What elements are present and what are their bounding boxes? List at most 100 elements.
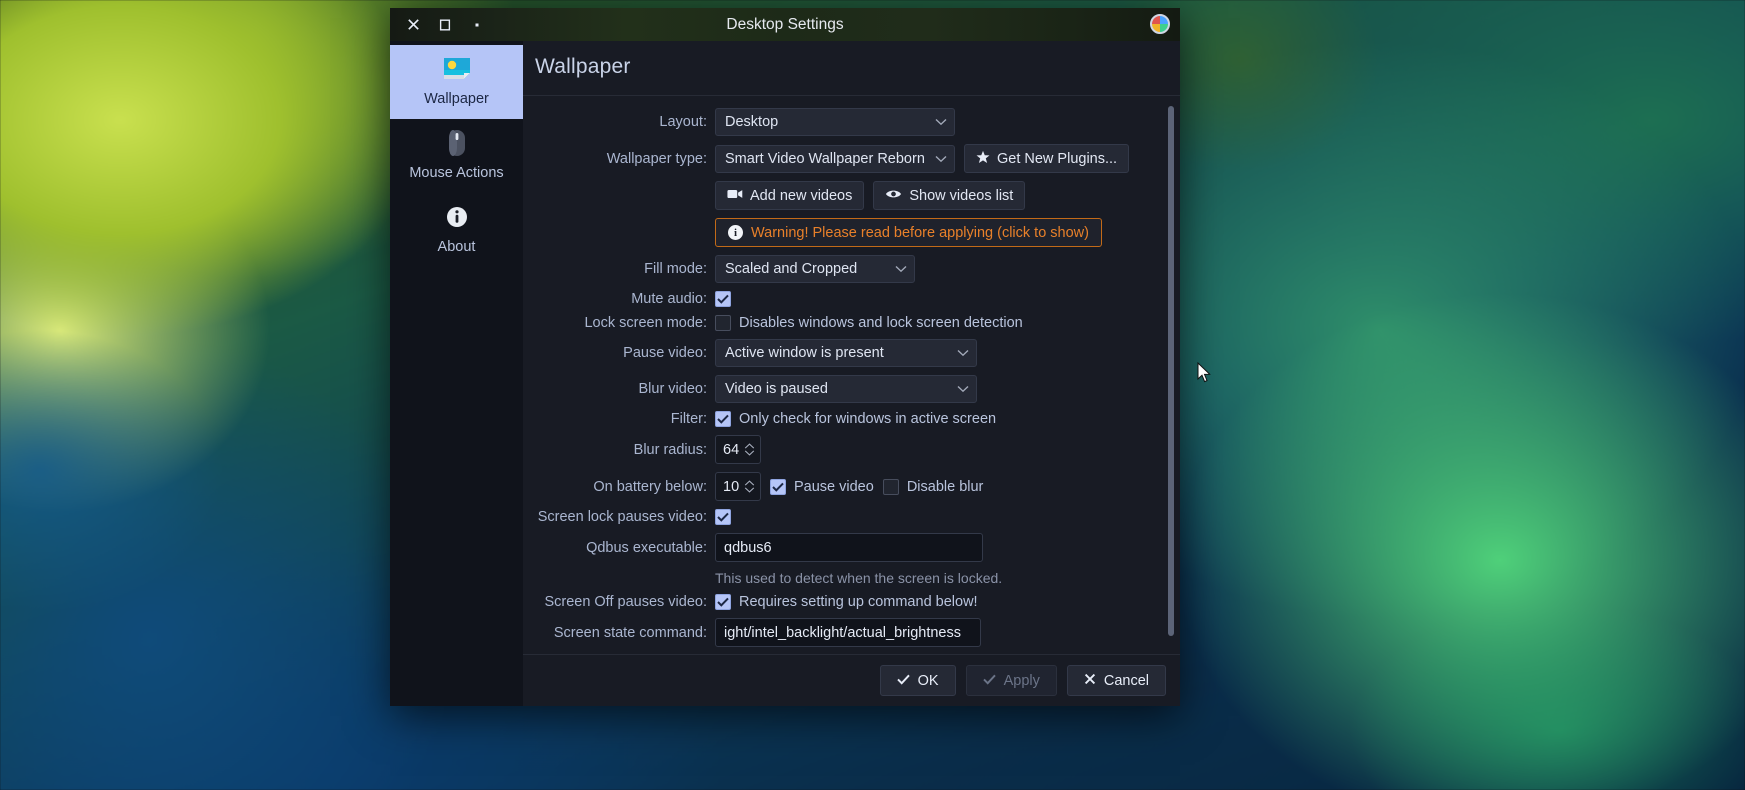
eye-icon <box>885 188 902 204</box>
check-icon <box>896 673 910 689</box>
row-screen-off-pauses-video: Screen Off pauses video: Requires settin… <box>523 594 1154 610</box>
screen-off-pauses-video-label: Screen Off pauses video: <box>544 594 707 610</box>
screen-lock-pauses-video-label: Screen lock pauses video: <box>537 509 707 525</box>
screen-off-pauses-video-checkbox[interactable] <box>715 594 731 610</box>
screen-off-pauses-video-checkbox-wrap[interactable]: Requires setting up command below! <box>715 594 978 610</box>
mute-audio-checkbox[interactable] <box>715 291 731 307</box>
pause-video-label: Pause video: <box>623 345 707 361</box>
chevron-down-icon <box>935 151 947 167</box>
blur-radius-spinbox[interactable]: 64 <box>715 435 761 464</box>
maximize-icon[interactable] <box>436 16 454 34</box>
on-battery-below-label: On battery below: <box>593 478 707 495</box>
blur-video-value: Video is paused <box>725 381 828 397</box>
row-lock-screen-mode: Lock screen mode: Disables windows and l… <box>523 315 1154 331</box>
dialog-button-bar: OK Apply Cancel <box>523 654 1180 706</box>
row-blur-video: Blur video: Video is paused <box>523 375 1154 403</box>
qdbus-executable-value: qdbus6 <box>724 539 772 556</box>
close-icon[interactable] <box>404 16 422 34</box>
row-layout: Layout: Desktop <box>523 108 1154 136</box>
row-warning: i Warning! Please read before applying (… <box>523 218 1154 247</box>
warning-text: Warning! Please read before applying (cl… <box>751 224 1089 241</box>
settings-scroll-area: Layout: Desktop Wallpaper type: Smart Vi… <box>523 96 1180 654</box>
pause-video-combobox[interactable]: Active window is present <box>715 339 977 367</box>
minimize-icon[interactable] <box>468 16 486 34</box>
plasma-app-icon <box>1150 14 1170 34</box>
battery-disable-blur-checkbox-wrap[interactable]: Disable blur <box>882 478 983 495</box>
qdbus-executable-label: Qdbus executable: <box>586 539 707 556</box>
sidebar-item-wallpaper[interactable]: Wallpaper <box>390 45 523 119</box>
get-new-plugins-button[interactable]: Get New Plugins... <box>964 144 1130 173</box>
lock-screen-mode-checkbox-label: Disables windows and lock screen detecti… <box>739 315 1023 331</box>
filter-checkbox-label: Only check for windows in active screen <box>739 411 997 427</box>
video-camera-icon <box>727 188 743 204</box>
mouse-cursor <box>1197 361 1211 384</box>
filter-checkbox-wrap[interactable]: Only check for windows in active screen <box>715 411 996 427</box>
screen-state-command-value: ight/intel_backlight/actual_brightness <box>724 624 961 641</box>
wallpaper-icon <box>442 55 472 83</box>
add-new-videos-button[interactable]: Add new videos <box>715 181 865 210</box>
battery-pause-video-checkbox[interactable] <box>770 478 786 495</box>
sidebar-item-mouse-actions[interactable]: Mouse Actions <box>390 119 523 193</box>
battery-pause-video-label: Pause video <box>794 478 874 495</box>
wallpaper-settings-form: Layout: Desktop Wallpaper type: Smart Vi… <box>523 108 1180 647</box>
qdbus-executable-input[interactable]: qdbus6 <box>715 533 983 562</box>
mute-audio-label: Mute audio: <box>631 291 707 307</box>
battery-disable-blur-checkbox[interactable] <box>882 478 899 495</box>
spinner-arrows-icon[interactable] <box>744 443 755 456</box>
row-screen-state-command: Screen state command: ight/intel_backlig… <box>523 618 1154 647</box>
show-videos-list-button[interactable]: Show videos list <box>873 181 1026 210</box>
ok-button[interactable]: OK <box>879 665 956 696</box>
qdbus-executable-hint: This used to detect when the screen is l… <box>715 570 1003 586</box>
sidebar-item-label: Wallpaper <box>424 91 489 107</box>
filter-checkbox[interactable] <box>715 411 731 427</box>
warning-banner[interactable]: i Warning! Please read before applying (… <box>715 218 1102 247</box>
row-wallpaper-type: Wallpaper type: Smart Video Wallpaper Re… <box>523 144 1154 173</box>
sidebar-item-about[interactable]: About <box>390 193 523 267</box>
chevron-down-icon <box>895 261 907 277</box>
cancel-label: Cancel <box>1103 672 1149 689</box>
sidebar-item-label: Mouse Actions <box>409 165 504 181</box>
check-icon <box>982 673 996 689</box>
on-battery-below-spinbox[interactable]: 10 <box>715 472 761 501</box>
screen-state-command-input[interactable]: ight/intel_backlight/actual_brightness <box>715 618 981 647</box>
chevron-down-icon <box>957 345 969 361</box>
blur-radius-value: 64 <box>723 441 740 458</box>
sidebar-item-label: About <box>437 239 476 255</box>
vertical-scrollbar[interactable] <box>1168 106 1174 646</box>
lock-screen-mode-checkbox[interactable] <box>715 315 731 331</box>
window-titlebar: Desktop Settings <box>390 8 1180 41</box>
apply-label: Apply <box>1003 672 1040 689</box>
info-icon: i <box>728 225 743 240</box>
apply-button[interactable]: Apply <box>965 665 1057 696</box>
row-qdbus-executable: Qdbus executable: qdbus6 <box>523 533 1154 562</box>
page-title: Wallpaper <box>535 55 631 78</box>
mouse-icon <box>447 129 467 157</box>
show-videos-list-label: Show videos list <box>909 187 1014 204</box>
window-title: Desktop Settings <box>726 15 844 33</box>
scrollbar-thumb[interactable] <box>1168 106 1174 636</box>
fill-mode-combobox[interactable]: Scaled and Cropped <box>715 255 915 283</box>
add-new-videos-label: Add new videos <box>750 187 853 204</box>
row-on-battery-below: On battery below: 10 Pause video Disable… <box>523 472 1154 501</box>
sidebar: Wallpaper Mouse Actions About <box>390 41 523 706</box>
get-new-plugins-label: Get New Plugins... <box>997 150 1118 167</box>
row-screen-lock-pauses-video: Screen lock pauses video: <box>523 509 1154 525</box>
info-icon <box>445 203 469 231</box>
row-qdbus-hint: This used to detect when the screen is l… <box>523 570 1154 586</box>
layout-combobox[interactable]: Desktop <box>715 108 955 136</box>
filter-label: Filter: <box>670 411 707 427</box>
wallpaper-type-label: Wallpaper type: <box>606 150 707 167</box>
desktop-settings-window: Desktop Settings Wallpaper Mouse Actions… <box>390 8 1180 706</box>
wallpaper-type-combobox[interactable]: Smart Video Wallpaper Reborn <box>715 144 955 173</box>
lock-screen-mode-label: Lock screen mode: <box>584 315 707 331</box>
battery-pause-video-checkbox-wrap[interactable]: Pause video <box>770 478 874 495</box>
blur-radius-label: Blur radius: <box>633 441 707 458</box>
screen-lock-pauses-video-checkbox[interactable] <box>715 509 731 525</box>
fill-mode-label: Fill mode: <box>644 261 707 277</box>
cancel-button[interactable]: Cancel <box>1066 665 1166 696</box>
layout-value: Desktop <box>725 114 779 130</box>
spinner-arrows-icon[interactable] <box>744 480 755 493</box>
lock-screen-mode-checkbox-wrap[interactable]: Disables windows and lock screen detecti… <box>715 315 1023 331</box>
blur-video-combobox[interactable]: Video is paused <box>715 375 977 403</box>
layout-label: Layout: <box>659 114 707 130</box>
